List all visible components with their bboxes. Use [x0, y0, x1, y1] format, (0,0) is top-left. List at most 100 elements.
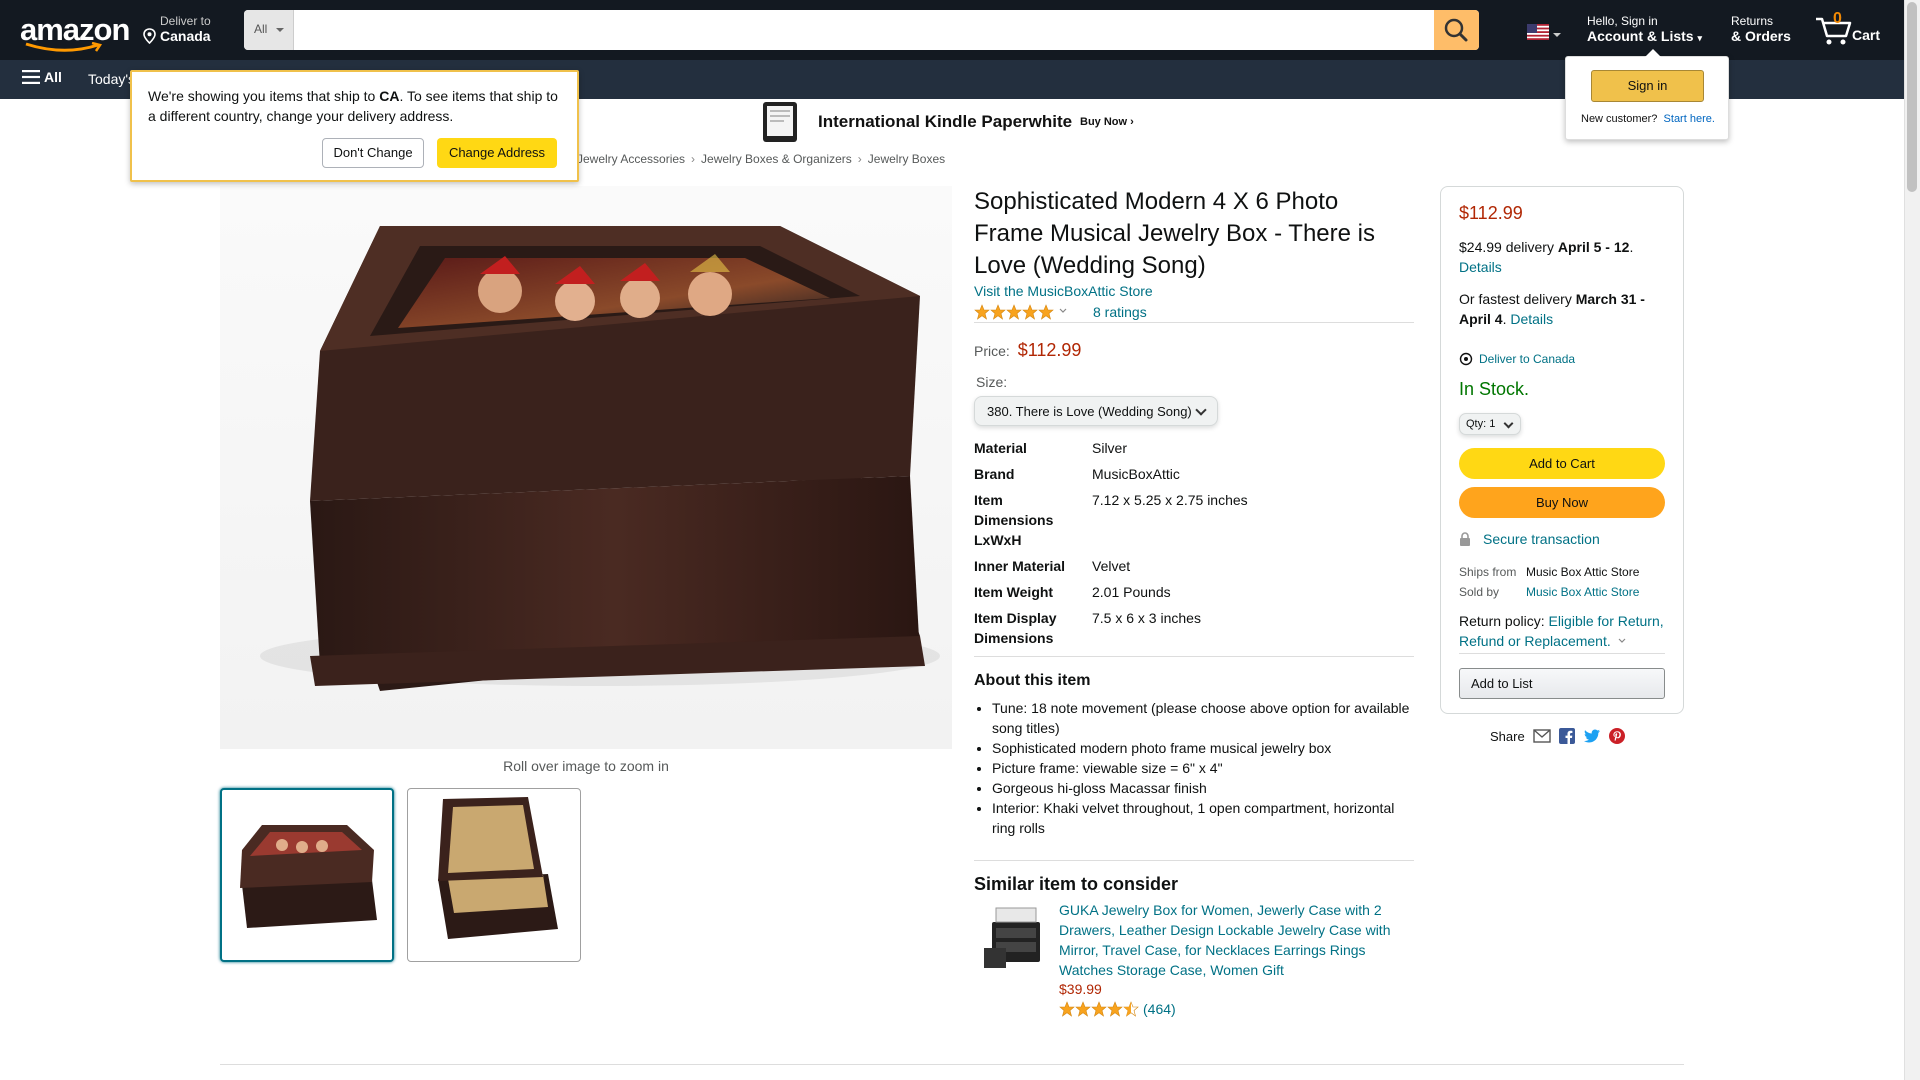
breadcrumb-item[interactable]: Jewelry Accessories [577, 152, 685, 166]
similar-item-review-count[interactable]: (464) [1143, 1001, 1176, 1017]
account-and-lists[interactable]: Hello, Sign in Account & Lists ▾ [1587, 14, 1702, 44]
location-pin-icon [143, 28, 156, 44]
divider [1459, 653, 1665, 654]
chevron-down-icon[interactable] [1615, 636, 1629, 646]
secure-transaction-link[interactable]: Secure transaction [1459, 531, 1600, 547]
breadcrumb-item[interactable]: Jewelry Boxes [868, 152, 945, 166]
about-bullet: Sophisticated modern photo frame musical… [992, 738, 1418, 758]
four-half-star-icon [1059, 1001, 1139, 1017]
size-select[interactable]: 380. There is Love (Wedding Song) [974, 396, 1218, 426]
cart-count: 0 [1833, 10, 1842, 27]
divider [974, 860, 1414, 861]
deliver-to-country: Canada [160, 28, 211, 44]
ships-sold-info: Ships from Music Box Attic Store Sold by M… [1459, 562, 1639, 602]
zoom-hint: Roll over image to zoom in [503, 758, 669, 774]
breadcrumb-item[interactable]: Jewelry Boxes & Organizers [701, 152, 852, 166]
deliver-to-link[interactable]: Deliver to Canada [1459, 352, 1575, 366]
buy-now-button[interactable]: Buy Now [1459, 487, 1665, 518]
bottom-divider [220, 1064, 1684, 1065]
about-bullet: Gorgeous hi-gloss Macassar finish [992, 778, 1418, 798]
sign-in-flyout: Sign in New customer? Start here. [1565, 49, 1729, 140]
similar-item-rating[interactable]: (464) [1059, 1001, 1176, 1017]
spec-row: Brand MusicBoxAttic [974, 466, 1180, 482]
search-bar: All [244, 10, 1479, 50]
cart-button[interactable]: 0 Cart [1812, 10, 1882, 50]
main-product-image[interactable] [220, 186, 952, 749]
thumbnail-2[interactable] [407, 788, 581, 962]
scrollbar-thumb[interactable] [1907, 2, 1917, 192]
us-flag-icon[interactable] [1527, 24, 1549, 40]
about-heading: About this item [974, 672, 1091, 689]
divider [974, 322, 1414, 323]
return-policy: Return policy: Eligible for Return, Refu… [1459, 613, 1664, 649]
orders-label: & Orders [1731, 28, 1791, 44]
returns-orders[interactable]: Returns & Orders [1731, 14, 1791, 44]
amazon-logo[interactable]: amazon [20, 12, 130, 52]
similar-item-image[interactable] [982, 902, 1050, 974]
banner-buy-now[interactable]: Buy Now › [1080, 116, 1134, 128]
facebook-share-icon[interactable] [1558, 728, 1575, 744]
dont-change-button[interactable]: Don't Change [322, 138, 424, 168]
about-list: Tune: 18 note movement (please choose ab… [992, 698, 1418, 838]
fastest-details-link[interactable]: Details [1510, 311, 1553, 327]
standard-delivery-text: $24.99 delivery April 5 - 12. Details [1459, 239, 1634, 275]
cart-label: Cart [1852, 27, 1881, 43]
new-customer-text: New customer? Start here. [1581, 113, 1715, 125]
delivery-details-link[interactable]: Details [1459, 259, 1502, 275]
pinterest-share-icon[interactable] [1608, 728, 1625, 744]
all-menu-label: All [44, 69, 62, 85]
nav-todays-deals[interactable]: Today's [88, 71, 135, 87]
breadcrumb: Jewelry Accessories › Jewelry Boxes & Or… [577, 152, 945, 166]
deliver-to-label: Deliver to [160, 14, 211, 28]
product-specs-table: Material Silver Brand MusicBoxAttic Item D… [974, 438, 1414, 654]
ratings-count-link[interactable]: 8 ratings [1093, 304, 1147, 320]
search-category-select[interactable]: All [244, 10, 294, 50]
start-here-link[interactable]: Start here. [1664, 113, 1715, 125]
ships-from-value: Music Box Attic Store [1526, 565, 1640, 579]
all-menu-button[interactable]: All [22, 69, 62, 85]
sold-by-link[interactable]: Music Box Attic Store [1526, 582, 1639, 602]
thumbnail-open-box-image [438, 797, 558, 939]
thumbnail-1[interactable] [220, 788, 394, 962]
breadcrumb-separator: › [857, 152, 862, 166]
similar-item-heading: Similar item to consider [974, 874, 1179, 894]
hamburger-menu-icon [22, 70, 40, 84]
buybox-price: $112.99 [1459, 203, 1523, 223]
change-address-button[interactable]: Change Address [437, 138, 557, 168]
kindle-banner[interactable]: International Kindle Paperwhite Buy Now … [760, 100, 1140, 144]
spec-row: Item Dimensions LxWxH 7.12 x 5.25 x 2.75 … [974, 492, 1248, 548]
thumbnail-closed-box-image [240, 825, 377, 928]
twitter-share-icon[interactable] [1583, 728, 1601, 744]
sign-in-button[interactable]: Sign in [1591, 70, 1704, 102]
deliver-to-location[interactable]: Deliver to Canada [142, 14, 211, 44]
add-to-list-button[interactable]: Add to List [1459, 668, 1665, 699]
about-bullet: Tune: 18 note movement (please choose ab… [992, 698, 1418, 738]
add-to-cart-button[interactable]: Add to Cart [1459, 448, 1665, 479]
chevron-down-icon [1059, 308, 1067, 313]
share-label: Share [1490, 728, 1525, 744]
banner-title: International Kindle Paperwhite [818, 112, 1073, 131]
quantity-select[interactable]: Qty: 1 [1459, 413, 1521, 435]
spec-row: Item Weight 2.01 Pounds [974, 584, 1171, 600]
email-share-icon[interactable] [1533, 729, 1551, 743]
search-button[interactable] [1434, 10, 1479, 50]
store-link[interactable]: Visit the MusicBoxAttic Store [974, 283, 1153, 299]
account-lists-label: Account & Lists ▾ [1587, 28, 1702, 44]
spec-row: Inner Material Velvet [974, 558, 1131, 574]
kindle-device-icon [763, 102, 797, 142]
similar-item-title-link[interactable]: GUKA Jewelry Box for Women, Jewerly Case… [1059, 900, 1409, 980]
location-icon [1459, 352, 1473, 366]
buy-box: $112.99 $24.99 delivery April 5 - 12. De… [1440, 186, 1684, 714]
fastest-delivery-text: Or fastest delivery March 31 - April 4. … [1459, 291, 1645, 327]
divider [974, 656, 1414, 657]
about-bullet: Picture frame: viewable size = 6" x 4" [992, 758, 1418, 778]
share-row: Share [1490, 728, 1625, 744]
product-rating-stars[interactable] [974, 304, 1072, 320]
similar-item-price: $39.99 [1059, 981, 1102, 997]
delivery-country-popover: We're showing you items that ship to CA.… [130, 70, 579, 182]
lock-icon [1460, 532, 1470, 546]
language-caret-icon [1553, 33, 1561, 41]
in-stock-status: In Stock. [1459, 379, 1530, 399]
about-bullet: Interior: Khaki velvet throughout, 1 ope… [992, 798, 1418, 838]
search-input[interactable] [295, 10, 1425, 50]
